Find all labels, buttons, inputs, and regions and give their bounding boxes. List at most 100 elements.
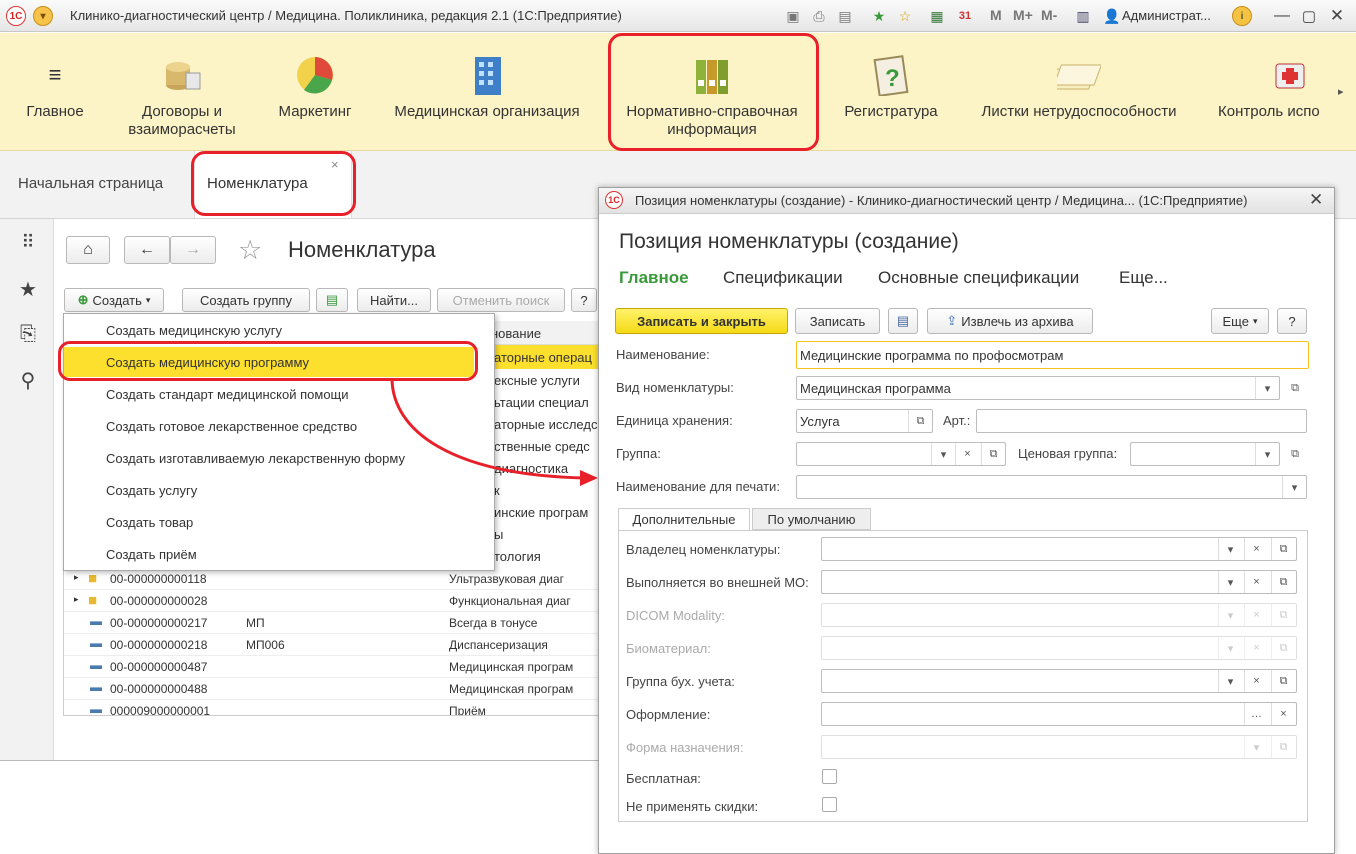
section-sick-leave[interactable]: Листки нетрудоспособности xyxy=(972,33,1186,151)
tab-home[interactable]: Начальная страница xyxy=(18,175,163,192)
clear-icon[interactable]: × xyxy=(1244,538,1268,560)
forward-button[interactable]: → xyxy=(170,236,216,264)
clear-icon[interactable]: × xyxy=(1271,703,1295,725)
open-icon[interactable]: ⧉ xyxy=(1271,538,1295,560)
owner-field[interactable]: ▾ × ⧉ xyxy=(821,537,1297,561)
menu-item-create-product[interactable]: Создать товар xyxy=(106,515,193,530)
menu-item-create-compounded-drug[interactable]: Создать изготавливаемую лекарственную фо… xyxy=(106,451,405,466)
history-icon[interactable]: ⎘ xyxy=(17,323,39,345)
highlight-reference-section xyxy=(608,33,819,151)
calendar-icon[interactable]: 31 xyxy=(956,7,974,25)
name-field[interactable]: Медицинские программа по профосмотрам xyxy=(796,341,1309,369)
external-mo-field[interactable]: ▾ × ⧉ xyxy=(821,570,1297,594)
help-button[interactable]: ? xyxy=(1277,308,1307,334)
tab-main[interactable]: Главное xyxy=(619,268,689,288)
menu-item-create-care-standard[interactable]: Создать стандарт медицинской помощи xyxy=(106,387,349,402)
create-group-button[interactable]: Создать группу xyxy=(182,288,310,312)
dropdown-icon[interactable]: ▾ xyxy=(1255,443,1279,465)
calculator-icon[interactable]: ▦ xyxy=(928,7,946,25)
print-icon[interactable]: ⎙ xyxy=(810,7,828,25)
save-button[interactable]: Записать xyxy=(795,308,880,334)
menu-item-create-appointment[interactable]: Создать приём xyxy=(106,547,197,562)
memory-m-button[interactable]: M xyxy=(990,7,1002,23)
tab-specifications[interactable]: Спецификации xyxy=(723,268,843,288)
design-field[interactable]: … × xyxy=(821,702,1297,726)
favorite-add-icon[interactable]: ★ xyxy=(870,7,888,25)
accounting-group-field[interactable]: ▾ × ⧉ xyxy=(821,669,1297,693)
user-name[interactable]: Администрат... xyxy=(1122,8,1211,23)
back-button[interactable]: ← xyxy=(124,236,170,264)
favorites-icon[interactable]: ☆ xyxy=(896,7,914,25)
sheets-icon xyxy=(1057,53,1101,97)
open-icon[interactable]: ⧉ xyxy=(1283,377,1307,399)
section-label: Контроль испо xyxy=(1218,103,1320,120)
extract-archive-button[interactable]: ⇪ Извлечь из архива xyxy=(927,308,1093,334)
clear-icon[interactable]: × xyxy=(955,443,979,465)
open-icon[interactable]: ⧉ xyxy=(1283,443,1307,465)
all-functions-icon[interactable]: ⠿ xyxy=(17,231,39,253)
open-icon[interactable]: ⧉ xyxy=(1271,571,1295,593)
add-copy-button[interactable]: ▤ xyxy=(316,288,348,312)
save-and-close-button[interactable]: Записать и закрыть xyxy=(615,308,788,334)
clear-icon[interactable]: × xyxy=(1244,670,1268,692)
help-button[interactable]: ? xyxy=(571,288,597,312)
dialog-title-bar: 1С Позиция номенклатуры (создание) - Кли… xyxy=(599,188,1334,214)
dropdown-icon: ▾ xyxy=(1218,637,1242,659)
free-checkbox[interactable] xyxy=(822,769,837,784)
section-marketing[interactable]: Маркетинг xyxy=(266,33,364,151)
close-icon[interactable]: ✕ xyxy=(1328,6,1346,25)
favorite-star-icon[interactable]: ☆ xyxy=(238,235,262,266)
section-control[interactable]: Контроль испо xyxy=(1212,33,1328,151)
preview-icon[interactable]: ▤ xyxy=(836,7,854,25)
list-icon-button[interactable]: ▤ xyxy=(888,308,918,334)
no-discount-checkbox[interactable] xyxy=(822,797,837,812)
section-main[interactable]: ≡ Главное xyxy=(18,33,92,151)
price-group-field[interactable]: ▾ xyxy=(1130,442,1280,466)
scroll-right-icon[interactable]: ▸ xyxy=(1338,85,1344,98)
info-icon[interactable]: i xyxy=(1232,6,1252,26)
find-button[interactable]: Найти... xyxy=(357,288,431,312)
dropdown-icon[interactable]: ▾ xyxy=(1218,670,1242,692)
search-icon[interactable]: ⚲ xyxy=(17,369,39,392)
save-icon[interactable]: ▣ xyxy=(784,7,802,25)
print-name-field[interactable]: ▾ xyxy=(796,475,1307,499)
section-contracts[interactable]: Договоры и взаиморасчеты xyxy=(110,33,254,151)
dropdown-icon[interactable]: ▾ xyxy=(1218,538,1242,560)
more-button[interactable]: Еще ▾ xyxy=(1211,308,1269,334)
memory-minus-button[interactable]: M- xyxy=(1041,7,1057,23)
open-icon[interactable]: ⧉ xyxy=(908,410,932,432)
home-button[interactable]: ⌂ xyxy=(66,236,110,264)
subtab-defaults[interactable]: По умолчанию xyxy=(752,508,871,530)
app-logo-icon[interactable]: 1С xyxy=(6,6,26,26)
art-field[interactable] xyxy=(976,409,1307,433)
minimize-icon[interactable]: — xyxy=(1273,7,1291,25)
app-menu-icon[interactable]: ▾ xyxy=(33,6,53,26)
tab-more[interactable]: Еще... xyxy=(1119,268,1168,288)
maximize-icon[interactable]: ▢ xyxy=(1300,7,1318,25)
open-icon[interactable]: ⧉ xyxy=(981,443,1005,465)
panels-icon[interactable]: ▥ xyxy=(1074,7,1092,25)
menu-item-create-medical-service[interactable]: Создать медицинскую услугу xyxy=(106,323,282,338)
section-registry[interactable]: ? Регистратура xyxy=(836,33,946,151)
memory-plus-button[interactable]: M+ xyxy=(1013,7,1033,23)
dropdown-icon[interactable]: ▾ xyxy=(1218,571,1242,593)
kind-field[interactable]: Медицинская программа ▾ xyxy=(796,376,1280,400)
dropdown-icon[interactable]: ▾ xyxy=(931,443,955,465)
unit-field[interactable]: Услуга ⧉ xyxy=(796,409,933,433)
tab-main-specifications[interactable]: Основные спецификации xyxy=(878,268,1079,288)
create-button[interactable]: ⊕ Создать ▾ xyxy=(64,288,164,312)
favorites-star-icon[interactable]: ★ xyxy=(17,278,39,301)
dropdown-icon[interactable]: ▾ xyxy=(1282,476,1306,498)
dropdown-icon[interactable]: ▾ xyxy=(1255,377,1279,399)
group-field[interactable]: ▾ × ⧉ xyxy=(796,442,1006,466)
menu-item-create-ready-drug[interactable]: Создать готовое лекарственное средство xyxy=(106,419,357,434)
cancel-search-button[interactable]: Отменить поиск xyxy=(437,288,565,312)
chevron-down-icon: ▾ xyxy=(145,294,151,305)
subtab-additional[interactable]: Дополнительные xyxy=(618,508,750,531)
open-icon[interactable]: ⧉ xyxy=(1271,670,1295,692)
ellipsis-icon[interactable]: … xyxy=(1244,703,1268,725)
dialog-close-icon[interactable]: ✕ xyxy=(1309,190,1323,210)
section-medical-org[interactable]: Медицинская организация xyxy=(384,33,590,151)
menu-item-create-service[interactable]: Создать услугу xyxy=(106,483,197,498)
clear-icon[interactable]: × xyxy=(1244,571,1268,593)
